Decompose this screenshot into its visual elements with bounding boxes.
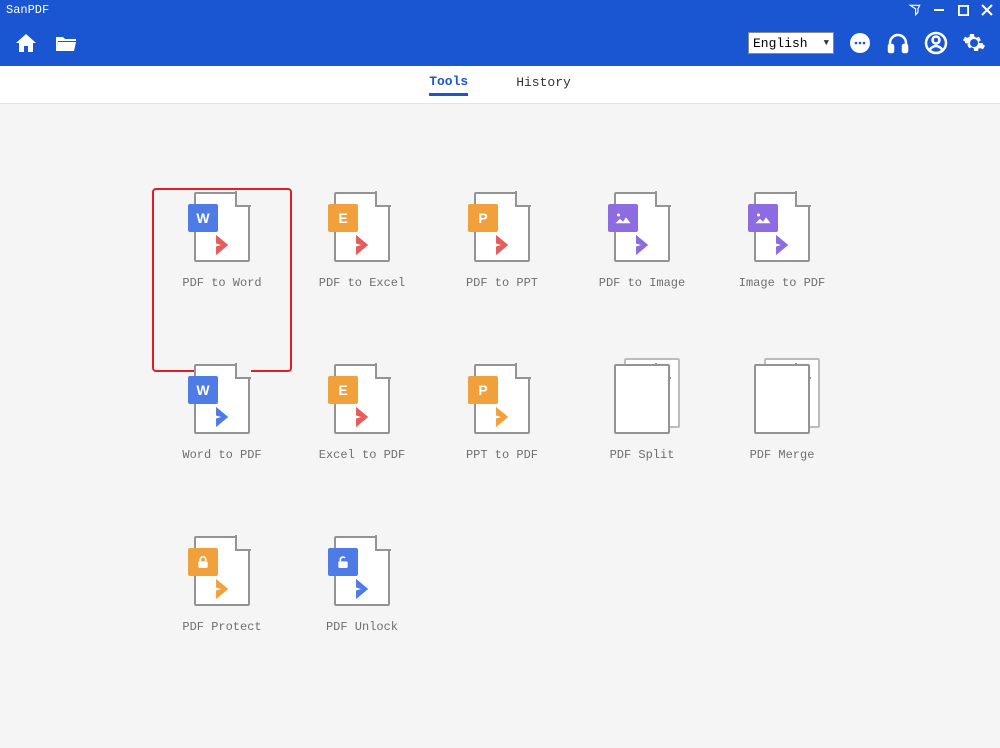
maximize-icon[interactable] <box>956 3 970 17</box>
tool-pdf-unlock[interactable]: PDF Unlock <box>292 536 432 708</box>
theme-icon[interactable] <box>908 3 922 17</box>
pdf-split-icon <box>614 364 670 434</box>
account-icon[interactable] <box>924 31 948 55</box>
home-icon[interactable] <box>14 31 38 55</box>
tool-label: PDF to Excel <box>319 276 405 290</box>
tool-label: PDF to Image <box>599 276 685 290</box>
tool-excel-to-pdf[interactable]: E Excel to PDF <box>292 364 432 536</box>
pdf-to-ppt-icon: P <box>474 192 530 262</box>
tool-label: PPT to PDF <box>466 448 538 462</box>
chevron-down-icon: ▼ <box>824 38 829 48</box>
chat-icon[interactable] <box>848 31 872 55</box>
tool-label: Word to PDF <box>182 448 261 462</box>
tab-bar: Tools History <box>0 66 1000 104</box>
tool-pdf-merge[interactable]: PDF Merge <box>712 364 852 536</box>
minimize-icon[interactable] <box>932 3 946 17</box>
toolbar: English ▼ <box>0 20 1000 66</box>
tools-grid: W PDF to Word E PDF to Excel P PDF to PP… <box>152 192 1000 708</box>
tool-label: PDF to Word <box>182 276 261 290</box>
tool-pdf-to-word[interactable]: W PDF to Word <box>152 188 292 372</box>
tool-pdf-to-image[interactable]: PDF to Image <box>572 192 712 364</box>
tool-image-to-pdf[interactable]: Image to PDF <box>712 192 852 364</box>
close-icon[interactable] <box>980 3 994 17</box>
pdf-merge-icon <box>754 364 810 434</box>
pdf-to-excel-icon: E <box>334 192 390 262</box>
pdf-to-word-icon: W <box>194 192 250 262</box>
settings-icon[interactable] <box>962 31 986 55</box>
tab-tools[interactable]: Tools <box>429 74 468 96</box>
open-folder-icon[interactable] <box>54 31 78 55</box>
pdf-to-image-icon <box>614 192 670 262</box>
image-to-pdf-icon <box>754 192 810 262</box>
tool-ppt-to-pdf[interactable]: P PPT to PDF <box>432 364 572 536</box>
tool-pdf-split[interactable]: PDF Split <box>572 364 712 536</box>
main-area: W PDF to Word E PDF to Excel P PDF to PP… <box>0 104 1000 748</box>
titlebar: SanPDF <box>0 0 1000 20</box>
language-select[interactable]: English ▼ <box>748 32 834 54</box>
language-value: English <box>753 36 808 51</box>
pdf-unlock-icon <box>334 536 390 606</box>
tool-label: Image to PDF <box>739 276 825 290</box>
app-title: SanPDF <box>6 3 49 17</box>
tool-pdf-to-excel[interactable]: E PDF to Excel <box>292 192 432 364</box>
tool-label: PDF Split <box>610 448 675 462</box>
tool-pdf-protect[interactable]: PDF Protect <box>152 536 292 708</box>
tool-label: PDF Protect <box>182 620 261 634</box>
tool-pdf-to-ppt[interactable]: P PDF to PPT <box>432 192 572 364</box>
tool-word-to-pdf[interactable]: W Word to PDF <box>152 364 292 536</box>
tool-label: PDF Merge <box>750 448 815 462</box>
excel-to-pdf-icon: E <box>334 364 390 434</box>
tool-label: PDF to PPT <box>466 276 538 290</box>
pdf-protect-icon <box>194 536 250 606</box>
tab-history[interactable]: History <box>516 75 571 94</box>
word-to-pdf-icon: W <box>194 364 250 434</box>
headset-icon[interactable] <box>886 31 910 55</box>
tool-label: PDF Unlock <box>326 620 398 634</box>
ppt-to-pdf-icon: P <box>474 364 530 434</box>
tool-label: Excel to PDF <box>319 448 405 462</box>
